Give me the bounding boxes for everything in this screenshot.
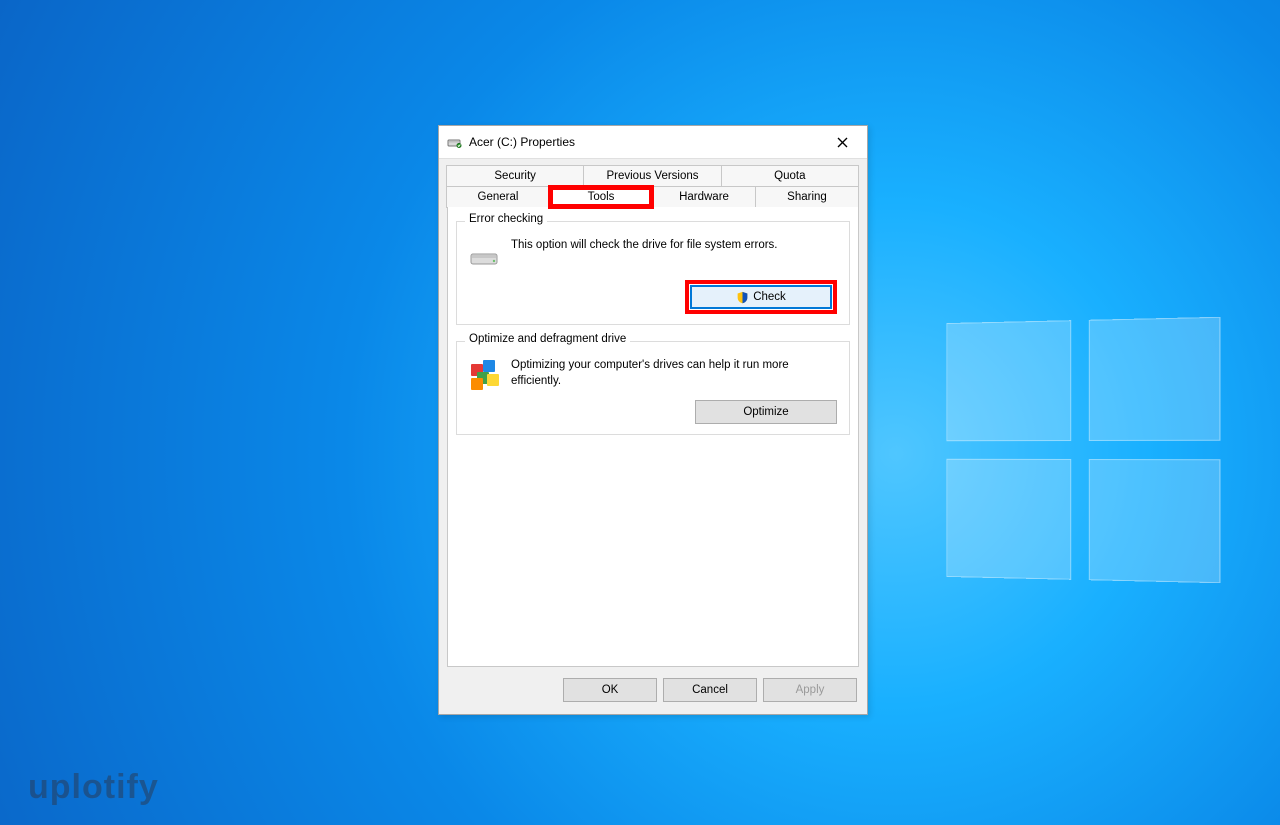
watermark-text: uplotify — [28, 768, 159, 807]
tab-security[interactable]: Security — [446, 165, 584, 186]
optimize-legend: Optimize and defragment drive — [465, 333, 630, 345]
optimize-description: Optimizing your computer's drives can he… — [511, 358, 837, 392]
tab-hardware[interactable]: Hardware — [652, 186, 756, 208]
check-button-highlight: Check — [685, 280, 837, 314]
tab-previous-versions[interactable]: Previous Versions — [583, 165, 721, 186]
desktop-background: uplotify Acer (C:) Properties — [0, 0, 1280, 825]
windows-logo-icon — [946, 317, 1220, 583]
tab-sharing[interactable]: Sharing — [755, 186, 859, 208]
check-button[interactable]: Check — [690, 285, 832, 309]
tab-quota[interactable]: Quota — [721, 165, 859, 186]
defrag-icon — [469, 360, 501, 392]
tab-tools[interactable]: Tools — [549, 186, 653, 208]
optimize-group: Optimize and defragment drive Optimizing… — [456, 341, 850, 435]
apply-button[interactable]: Apply — [763, 678, 857, 702]
tab-strip: Security Previous Versions Quota General… — [439, 159, 867, 208]
tab-general[interactable]: General — [446, 186, 550, 208]
properties-dialog: Acer (C:) Properties Security Previous V… — [438, 125, 868, 715]
tab-tools-panel: Error checking This option will check th… — [447, 207, 859, 667]
close-icon — [837, 137, 848, 148]
drive-large-icon — [469, 240, 501, 272]
title-bar[interactable]: Acer (C:) Properties — [439, 126, 867, 159]
optimize-button-label: Optimize — [743, 406, 788, 418]
error-checking-description: This option will check the drive for fil… — [511, 238, 837, 272]
dialog-footer: OK Cancel Apply — [439, 668, 867, 714]
check-button-label: Check — [753, 291, 786, 303]
window-title: Acer (C:) Properties — [469, 135, 821, 149]
cancel-button[interactable]: Cancel — [663, 678, 757, 702]
ok-button[interactable]: OK — [563, 678, 657, 702]
error-checking-group: Error checking This option will check th… — [456, 221, 850, 325]
drive-icon — [447, 134, 463, 150]
shield-icon — [736, 291, 749, 304]
error-checking-legend: Error checking — [465, 213, 547, 225]
close-button[interactable] — [821, 127, 863, 157]
optimize-button[interactable]: Optimize — [695, 400, 837, 424]
